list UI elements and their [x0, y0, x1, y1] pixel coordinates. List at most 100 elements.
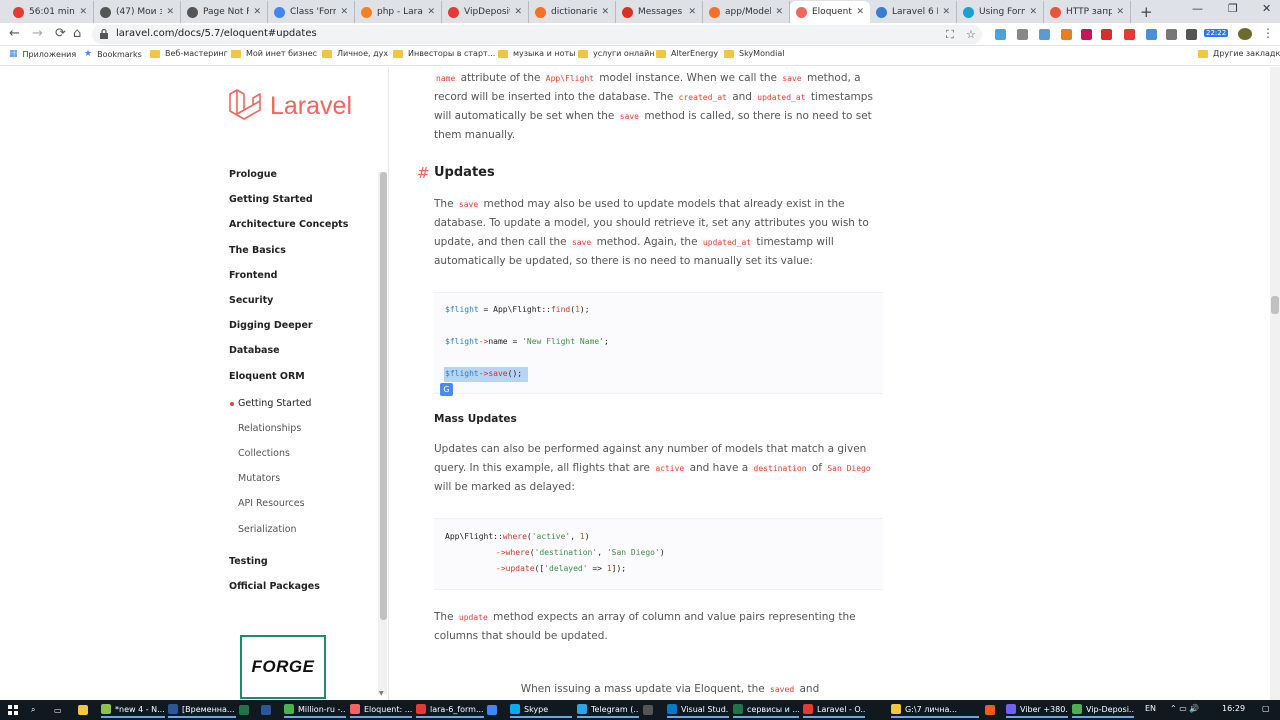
- browser-tab[interactable]: Messages A ✕: [616, 1, 703, 23]
- sidebar-section[interactable]: The Basics: [229, 245, 286, 256]
- taskbar-app[interactable]: Viber +380...: [1006, 702, 1068, 718]
- back-button[interactable]: ←: [9, 26, 20, 41]
- browser-tab[interactable]: Laravel 6 Fro ✕: [870, 1, 957, 23]
- extension-icon[interactable]: [1081, 29, 1092, 40]
- taskbar-app[interactable]: Telegram (...: [577, 702, 639, 718]
- sidebar-section[interactable]: Testing: [229, 556, 268, 567]
- taskbar-app[interactable]: [643, 702, 661, 718]
- browser-tab[interactable]: app/Models ✕: [703, 1, 790, 23]
- browser-tab[interactable]: VipDeposit ✕: [442, 1, 529, 23]
- forward-button[interactable]: →: [32, 26, 43, 41]
- close-tab-icon[interactable]: ✕: [1029, 7, 1037, 17]
- taskbar-app[interactable]: Vip-Deposi...: [1072, 702, 1134, 718]
- notifications-icon[interactable]: ▢: [1262, 704, 1270, 713]
- minimize-button[interactable]: —: [1192, 2, 1203, 15]
- google-translate-icon[interactable]: G: [440, 383, 453, 396]
- other-bookmarks[interactable]: Другие закладки: [1198, 49, 1280, 58]
- taskbar-app[interactable]: [Временна...: [168, 702, 236, 718]
- bookmark-item[interactable]: Личное, дух: [322, 49, 388, 58]
- start-button[interactable]: [8, 702, 18, 718]
- extension-badge[interactable]: 22:22: [1204, 29, 1229, 37]
- sidebar-item[interactable]: Mutators: [238, 473, 280, 484]
- sidebar-section[interactable]: Architecture Concepts: [229, 219, 348, 230]
- browser-tab[interactable]: Eloquent: G✕: [790, 1, 870, 23]
- taskbar-app[interactable]: Visual Stud...: [667, 702, 729, 718]
- menu-icon[interactable]: ⋮: [1262, 26, 1274, 40]
- close-window-button[interactable]: ✕: [1262, 2, 1271, 15]
- page-scrollbar-track[interactable]: [1270, 67, 1280, 700]
- browser-tab[interactable]: php - Larave ✕: [355, 1, 442, 23]
- forge-ad[interactable]: FORGE: [240, 635, 326, 699]
- sidebar-section[interactable]: Security: [229, 295, 273, 306]
- sidebar-item[interactable]: Relationships: [238, 423, 301, 434]
- reload-button[interactable]: ⟳: [55, 26, 66, 41]
- home-button[interactable]: ⌂: [73, 26, 81, 41]
- taskbar-app[interactable]: Million-ru -...: [284, 702, 346, 718]
- close-tab-icon[interactable]: ✕: [688, 7, 696, 17]
- browser-tab[interactable]: 56:01 min – ✕: [7, 1, 94, 23]
- sidebar-section[interactable]: Getting Started: [229, 194, 313, 205]
- laravel-logo[interactable]: Laravel: [228, 88, 352, 124]
- sidebar-item[interactable]: Getting Started: [238, 398, 311, 409]
- bookmark-item[interactable]: ★ Bookmarks: [84, 49, 142, 59]
- sidebar-item[interactable]: Serialization: [238, 524, 297, 535]
- bookmark-item[interactable]: ▦ Приложения: [9, 49, 76, 59]
- close-tab-icon[interactable]: ✕: [253, 7, 261, 17]
- taskbar-app[interactable]: [261, 702, 279, 718]
- task-view-icon[interactable]: ▭: [54, 702, 62, 718]
- taskbar-app[interactable]: сервисы и ...: [733, 702, 799, 718]
- extension-icon[interactable]: [1039, 29, 1050, 40]
- sidebar-section[interactable]: Official Packages: [229, 581, 320, 592]
- extension-icon[interactable]: [1017, 29, 1028, 40]
- taskbar-app[interactable]: *new 4 - N...: [101, 702, 165, 718]
- sidebar-section[interactable]: Prologue: [229, 169, 277, 180]
- sidebar-section[interactable]: Digging Deeper: [229, 320, 313, 331]
- close-tab-icon[interactable]: ✕: [601, 7, 609, 17]
- close-tab-icon[interactable]: ✕: [1116, 7, 1124, 17]
- taskbar-app[interactable]: [239, 702, 257, 718]
- bookmark-item[interactable]: Инвесторы в старт...: [393, 49, 495, 58]
- extension-icon[interactable]: [1061, 29, 1072, 40]
- extension-icon[interactable]: [1166, 29, 1177, 40]
- close-tab-icon[interactable]: ✕: [514, 7, 522, 17]
- clock[interactable]: 16:29: [1222, 704, 1245, 713]
- sidebar-section[interactable]: Eloquent ORM: [229, 371, 305, 382]
- browser-tab[interactable]: Class 'Form' ✕: [268, 1, 355, 23]
- taskbar-app[interactable]: G:\7 лична...: [891, 702, 979, 718]
- close-tab-icon[interactable]: ✕: [942, 7, 950, 17]
- heading-anchor-icon[interactable]: #: [417, 164, 430, 182]
- taskbar-app[interactable]: lara-6_form...: [416, 702, 484, 718]
- extension-icon[interactable]: [1186, 29, 1197, 40]
- sidebar-item[interactable]: Collections: [238, 448, 290, 459]
- address-bar[interactable]: laravel.com/docs/5.7/eloquent#updates ⛶ …: [92, 25, 982, 44]
- extension-icon[interactable]: [1101, 29, 1112, 40]
- scroll-down-arrow-icon[interactable]: ▼: [379, 690, 384, 697]
- browser-tab[interactable]: Using Form ✕: [957, 1, 1044, 23]
- search-icon[interactable]: ⌕: [31, 702, 35, 718]
- browser-tab[interactable]: HTTP запро ✕: [1044, 1, 1131, 23]
- close-tab-icon[interactable]: ✕: [166, 7, 174, 17]
- extension-icon[interactable]: [995, 29, 1006, 40]
- restore-button[interactable]: ❐: [1228, 2, 1238, 15]
- sidebar-section[interactable]: Database: [229, 345, 280, 356]
- close-tab-icon[interactable]: ✕: [427, 7, 435, 17]
- translate-icon[interactable]: ⛶: [946, 28, 954, 42]
- bookmark-item[interactable]: Мой инет бизнес: [231, 49, 317, 58]
- tray-icons[interactable]: ⌃ ▭ 🔊: [1170, 704, 1199, 713]
- sidebar-scrollbar-thumb[interactable]: [380, 172, 387, 620]
- close-tab-icon[interactable]: ✕: [856, 7, 864, 17]
- taskbar-app[interactable]: Eloquent: ...: [350, 702, 412, 718]
- taskbar-app[interactable]: [985, 702, 1003, 718]
- bookmark-item[interactable]: Веб-мастеринг: [150, 49, 228, 58]
- taskbar-app[interactable]: Skype: [510, 702, 572, 718]
- bookmark-star-icon[interactable]: ☆: [966, 28, 976, 41]
- bookmark-item[interactable]: AlterEnergy: [656, 49, 718, 58]
- taskbar-app[interactable]: Laravel - O...: [803, 702, 865, 718]
- extension-icon[interactable]: [1124, 29, 1135, 40]
- browser-tab[interactable]: dictionaries ✕: [529, 1, 616, 23]
- new-tab-button[interactable]: +: [1140, 3, 1154, 21]
- bookmark-item[interactable]: услуги онлайн: [578, 49, 655, 58]
- extension-icon[interactable]: [1146, 29, 1157, 40]
- explorer-icon[interactable]: [78, 702, 92, 718]
- close-tab-icon[interactable]: ✕: [340, 7, 348, 17]
